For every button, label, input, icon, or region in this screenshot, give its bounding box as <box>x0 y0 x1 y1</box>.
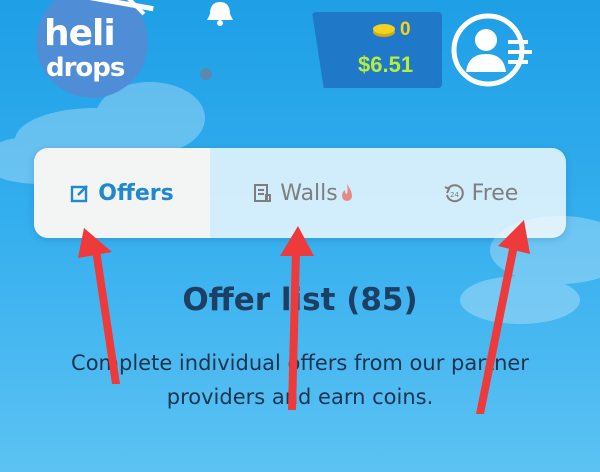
edit-square-icon <box>71 185 89 203</box>
coin-balance: 0 <box>372 19 411 41</box>
svg-text:24: 24 <box>450 191 459 199</box>
tab-walls-label: Walls <box>280 180 338 206</box>
logo-text-heli: heli <box>44 13 116 54</box>
tab-walls[interactable]: Walls <box>210 148 396 238</box>
cash-balance: $6.51 <box>358 52 414 77</box>
tab-offers[interactable]: Offers <box>34 148 210 238</box>
tab-bar: Offers Walls 24 Free <box>34 148 566 238</box>
tab-offers-label: Offers <box>98 180 174 206</box>
refresh-24-icon: 24 <box>444 184 464 203</box>
profile-avatar-icon[interactable] <box>450 12 536 88</box>
coin-stack-icon <box>373 24 395 37</box>
offer-list-title: Offer list (85) <box>182 282 418 318</box>
receipt-icon <box>254 184 272 202</box>
coin-count: 0 <box>400 19 411 40</box>
tab-free[interactable]: 24 Free <box>396 148 566 238</box>
fire-icon <box>341 184 352 201</box>
logo-text-drops: drops <box>46 53 125 83</box>
bell-icon[interactable] <box>204 0 236 26</box>
offer-list-description: Complete individual offers from our part… <box>71 351 529 409</box>
decorative-dot <box>200 68 212 80</box>
tab-free-label: Free <box>471 180 519 206</box>
